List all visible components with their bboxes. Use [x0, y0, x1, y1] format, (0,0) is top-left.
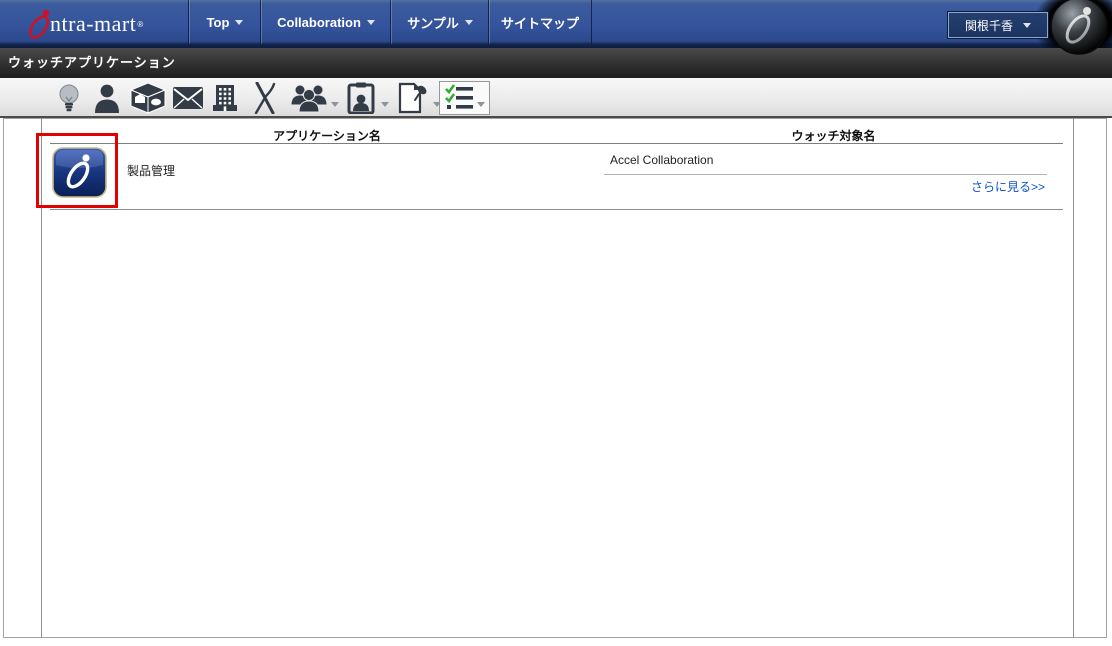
logo-text: ntra-mart	[50, 11, 137, 36]
chevron-down-icon	[1023, 22, 1031, 28]
chevron-down-icon	[477, 101, 485, 107]
top-nav: ntra-mart ® Top Collaboration サンプル サイトマッ…	[0, 0, 1112, 48]
toolbar-button-clipboard-user[interactable]	[344, 81, 389, 115]
nav-item-collaboration[interactable]: Collaboration	[260, 0, 391, 44]
user-name: 関根千香	[964, 18, 1013, 33]
chevron-down-icon	[366, 19, 375, 25]
toolbar-button-users-group[interactable]	[290, 81, 339, 115]
logo-registered-mark: ®	[137, 19, 144, 29]
user-icon	[95, 84, 119, 113]
avatar[interactable]	[1049, 0, 1109, 57]
nav-item-label: Collaboration	[277, 14, 361, 30]
lightbulb-icon	[59, 84, 79, 112]
toolbar-button-mail[interactable]	[172, 81, 204, 115]
logo-swoosh-icon	[28, 9, 50, 39]
nav-item-sample[interactable]: サンプル	[390, 0, 489, 44]
page-titlebar: ウォッチアプリケーション	[0, 48, 1112, 78]
nav-item-label: サイトマップ	[500, 15, 579, 31]
mail-icon	[173, 87, 203, 109]
red-highlight-box	[36, 133, 118, 208]
toolbar-button-lightbulb[interactable]	[56, 81, 82, 115]
toolbar-button-document-pin[interactable]	[394, 81, 441, 115]
nav-item-top[interactable]: Top	[188, 0, 261, 44]
column-header-watch-target-name: ウォッチ対象名	[791, 129, 876, 143]
more-link[interactable]: さらに見る>>	[604, 178, 1045, 195]
nav-item-label: Top	[206, 14, 230, 30]
chevron-down-icon	[464, 19, 473, 25]
table-rule-right	[1073, 118, 1074, 638]
cube-icon	[129, 82, 167, 114]
chevron-down-icon	[381, 101, 389, 107]
checklist-icon	[445, 84, 473, 109]
avatar-circle	[1050, 0, 1108, 55]
header-underline	[50, 143, 1063, 144]
clipboard-user-icon	[347, 82, 375, 114]
toolbar-button-checklist[interactable]	[439, 81, 490, 115]
page: ntra-mart ® Top Collaboration サンプル サイトマッ…	[0, 0, 1112, 646]
column-header-application-name: アプリケーション名	[273, 129, 381, 143]
content-frame	[3, 118, 1107, 638]
intra-mart-logo[interactable]: ntra-mart ®	[26, 6, 143, 42]
row-divider	[50, 209, 1063, 210]
user-menu-button[interactable]: 関根千香	[947, 11, 1049, 39]
page-title: ウォッチアプリケーション	[8, 55, 176, 70]
chevron-down-icon	[235, 19, 244, 25]
users-group-icon	[290, 84, 328, 113]
nav-item-sitemap[interactable]: サイトマップ	[488, 0, 592, 44]
toolbar-button-crossed-tools[interactable]	[247, 81, 281, 115]
toolbar-button-cube[interactable]	[129, 81, 167, 115]
toolbar-button-building[interactable]	[212, 81, 238, 115]
watch-target-separator	[604, 174, 1047, 175]
toolbar-button-user[interactable]	[93, 81, 121, 115]
building-icon	[213, 85, 237, 111]
application-name: 製品管理	[127, 164, 176, 178]
document-pin-icon	[398, 82, 427, 114]
nav-item-label: サンプル	[407, 15, 459, 31]
toolbar	[0, 78, 1112, 118]
crossed-tools-icon	[254, 82, 276, 114]
chevron-down-icon	[331, 101, 339, 107]
watch-target-name: Accel Collaboration	[610, 153, 714, 167]
